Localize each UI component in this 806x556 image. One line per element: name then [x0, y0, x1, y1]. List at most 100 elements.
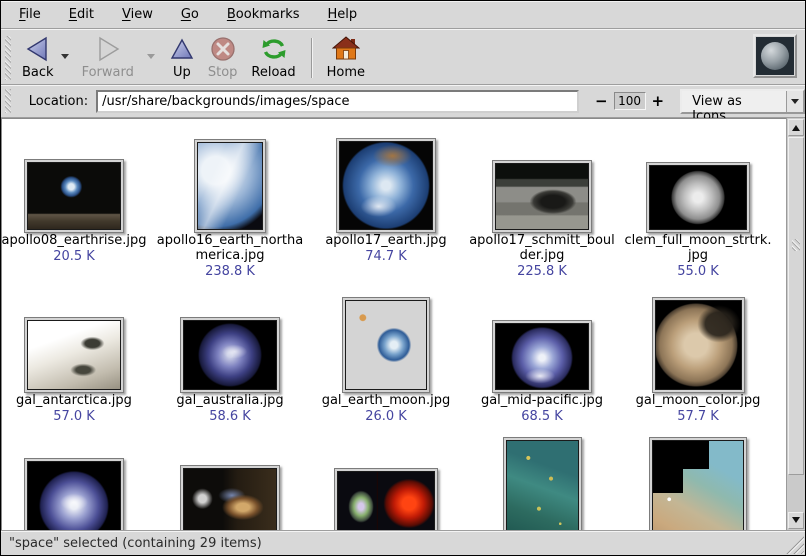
file-item[interactable] — [620, 435, 776, 530]
arrow-up-icon — [792, 121, 800, 131]
australia-globe-photo-thumbnail — [183, 320, 277, 390]
earth-and-moon-photo-thumbnail — [345, 300, 427, 390]
up-icon — [170, 35, 194, 63]
menu-file[interactable]: File — [5, 2, 55, 27]
file-name: gal_earth_moon.jpg — [322, 393, 451, 408]
location-input[interactable] — [96, 90, 579, 113]
file-thumbnail[interactable] — [194, 139, 266, 233]
file-thumbnail[interactable] — [652, 297, 745, 393]
icon-view[interactable]: apollo08_earthrise.jpg 20.5 K apollo16_e… — [1, 118, 786, 530]
file-thumbnail[interactable] — [180, 317, 280, 393]
scrollbar-thumb[interactable] — [788, 137, 804, 475]
file-item[interactable]: gal_mid-pacific.jpg 68.5 K — [464, 289, 620, 424]
zoom-in-button[interactable]: + — [648, 93, 669, 110]
zoom-controls: − 100 + — [591, 92, 668, 110]
main-area: apollo08_earthrise.jpg 20.5 K apollo16_e… — [1, 118, 805, 530]
up-button[interactable]: Up — [163, 33, 201, 82]
view-mode-label: View as Icons — [682, 91, 786, 112]
location-bar: Location: − 100 + View as Icons — [1, 85, 805, 118]
file-item[interactable]: gal_moon_color.jpg 57.7 K — [620, 289, 776, 424]
vertical-scrollbar[interactable] — [786, 118, 805, 530]
file-item[interactable]: gal_antarctica.jpg 57.0 K — [1, 289, 152, 424]
crab-nebula-and-red-nebula-thumbnail — [337, 471, 435, 530]
file-name: gal_moon_color.jpg — [636, 393, 761, 408]
file-name: apollo17_earth.jpg — [325, 233, 446, 248]
throbber-background — [756, 37, 794, 75]
menu-help[interactable]: Help — [314, 2, 372, 27]
file-size: 57.7 K — [677, 409, 719, 424]
toolbar-drag-handle[interactable] — [5, 36, 11, 80]
file-thumbnail[interactable] — [492, 320, 592, 393]
file-thumbnail[interactable] — [503, 437, 582, 530]
forward-button[interactable]: Forward — [75, 33, 141, 82]
antarctica-photo-thumbnail — [27, 320, 121, 390]
file-thumbnail[interactable] — [646, 162, 750, 233]
file-item[interactable]: gal_earth_moon.jpg 26.0 K — [308, 289, 464, 424]
forward-dropdown-arrow-icon[interactable] — [147, 54, 155, 63]
file-thumbnail[interactable] — [334, 468, 438, 530]
masked-blue-nebula-thumbnail — [652, 440, 744, 530]
chevron-down-icon — [791, 99, 799, 108]
arrow-down-icon — [792, 517, 800, 527]
file-item[interactable] — [1, 435, 152, 530]
zoom-out-button[interactable]: − — [591, 93, 612, 110]
file-name: gal_antarctica.jpg — [16, 393, 132, 408]
file-size: 55.0 K — [677, 264, 719, 279]
zoom-level-indicator: 100 — [614, 92, 646, 110]
file-size: 225.8 K — [517, 264, 567, 279]
file-item[interactable]: apollo08_earthrise.jpg 20.5 K — [1, 129, 152, 279]
file-size: 68.5 K — [521, 409, 563, 424]
home-icon — [332, 35, 360, 63]
menu-edit[interactable]: Edit — [55, 2, 108, 27]
status-text: "space" selected (containing 29 items) — [9, 536, 262, 551]
back-button[interactable]: Back — [15, 33, 61, 82]
back-dropdown-arrow-icon[interactable] — [61, 54, 69, 63]
menu-view[interactable]: View — [108, 2, 167, 27]
file-thumbnail[interactable] — [342, 297, 430, 393]
location-label: Location: — [29, 94, 88, 109]
scroll-down-button[interactable] — [788, 512, 804, 529]
resize-grip[interactable] — [786, 536, 804, 554]
file-item[interactable] — [152, 435, 308, 530]
file-item[interactable] — [308, 435, 464, 530]
file-item[interactable]: apollo17_schmitt_boul der.jpg 225.8 K — [464, 129, 620, 279]
menu-bookmarks[interactable]: Bookmarks — [213, 2, 314, 27]
file-thumbnail[interactable] — [180, 465, 280, 530]
file-size: 74.7 K — [365, 249, 407, 264]
forward-icon — [95, 35, 121, 63]
file-size: 58.6 K — [209, 409, 251, 424]
icon-row-1: apollo08_earthrise.jpg 20.5 K apollo16_e… — [1, 129, 786, 279]
file-thumbnail[interactable] — [24, 458, 124, 530]
file-item[interactable]: clem_full_moon_strtrk. jpg 55.0 K — [620, 129, 776, 279]
stop-button[interactable]: Stop — [201, 33, 245, 82]
file-name: gal_australia.jpg — [176, 393, 283, 408]
earthrise-photo-thumbnail — [27, 162, 121, 230]
colliding-galaxies-thumbnail — [183, 468, 277, 530]
back-icon — [25, 35, 51, 63]
full-moon-photo-thumbnail — [649, 165, 747, 230]
teal-starfield-thumbnail — [506, 440, 579, 530]
scroll-up-button[interactable] — [788, 119, 804, 136]
file-item[interactable] — [464, 435, 620, 530]
view-mode-arrow-button[interactable] — [786, 91, 803, 112]
menu-go[interactable]: Go — [167, 2, 213, 27]
file-size: 57.0 K — [53, 409, 95, 424]
view-mode-dropdown[interactable]: View as Icons — [680, 89, 805, 114]
file-thumbnail[interactable] — [24, 159, 124, 233]
file-thumbnail[interactable] — [492, 160, 592, 233]
file-size: 238.8 K — [205, 264, 255, 279]
file-name-line2: jpg — [688, 248, 708, 263]
home-button[interactable]: Home — [320, 33, 372, 82]
moon-boulder-photo-thumbnail — [495, 163, 589, 230]
blue-marble-photo-thumbnail — [339, 141, 433, 230]
file-item[interactable]: gal_australia.jpg 58.6 K — [152, 289, 308, 424]
file-item[interactable]: apollo17_earth.jpg 74.7 K — [308, 129, 464, 279]
file-name: gal_mid-pacific.jpg — [481, 393, 603, 408]
color-moon-photo-thumbnail — [655, 300, 742, 390]
file-item[interactable]: apollo16_earth_northa merica.jpg 238.8 K — [152, 129, 308, 279]
file-thumbnail[interactable] — [24, 317, 124, 393]
file-thumbnail[interactable] — [649, 437, 747, 530]
location-bar-drag-handle[interactable] — [5, 89, 11, 113]
file-thumbnail[interactable] — [336, 138, 436, 233]
reload-button[interactable]: Reload — [244, 33, 302, 82]
